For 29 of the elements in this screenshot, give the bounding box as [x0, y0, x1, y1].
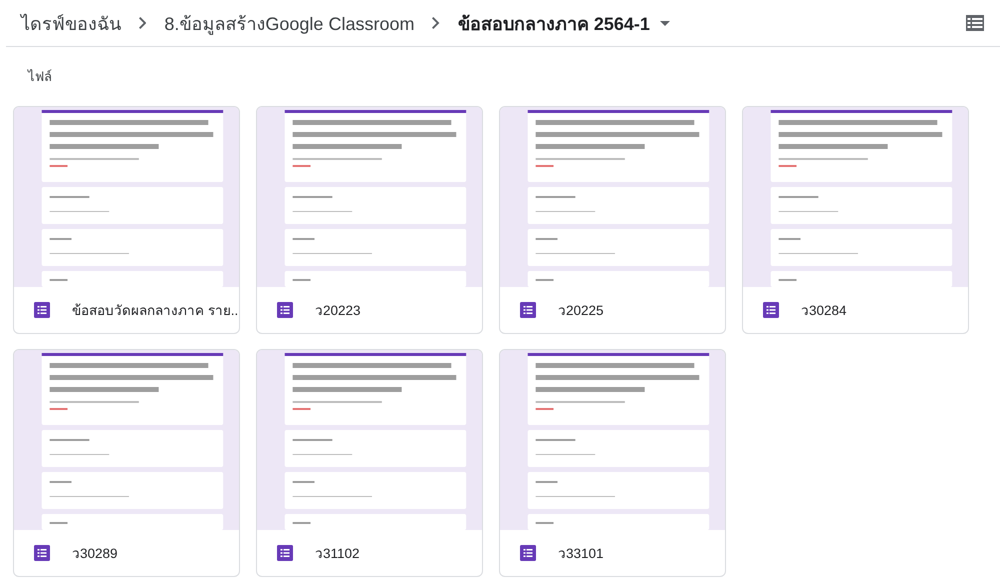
file-name: ว30289 [72, 545, 118, 563]
file-card[interactable]: ว30284 [742, 106, 969, 334]
file-card[interactable]: ข้อสอบวัดผลกลางภาค ราย... [13, 106, 240, 334]
file-card[interactable]: ว20225 [499, 106, 726, 334]
form-icon [34, 545, 50, 561]
file-name: ว20225 [558, 302, 604, 320]
file-card[interactable]: ว31102 [256, 349, 483, 577]
section-heading: ไฟล์ [26, 68, 53, 86]
breadcrumb-link[interactable]: ไดรฟ์ของฉัน [21, 8, 121, 38]
breadcrumb-link[interactable]: 8.ข้อมูลสร้างGoogle Classroom [164, 8, 414, 38]
chevron-icon [139, 17, 146, 29]
form-icon [34, 302, 50, 318]
file-name: ว30284 [801, 302, 847, 320]
file-name: ว33101 [558, 545, 604, 563]
file-card[interactable]: ว30289 [13, 349, 240, 577]
form-icon [520, 302, 536, 318]
list-view-icon[interactable] [966, 15, 984, 31]
form-icon [277, 545, 293, 561]
file-name: ข้อสอบวัดผลกลางภาค ราย... [72, 302, 239, 320]
form-icon [277, 302, 293, 318]
caret-icon[interactable] [660, 20, 670, 26]
file-name: ว20223 [315, 302, 361, 320]
file-name: ว31102 [315, 545, 360, 563]
file-card[interactable]: ว20223 [256, 106, 483, 334]
breadcrumb-link[interactable]: ข้อสอบกลางภาค 2564-1 [458, 8, 650, 38]
form-icon [763, 302, 779, 318]
form-icon [520, 545, 536, 561]
chevron-icon [432, 17, 440, 29]
file-card[interactable]: ว33101 [499, 349, 726, 577]
